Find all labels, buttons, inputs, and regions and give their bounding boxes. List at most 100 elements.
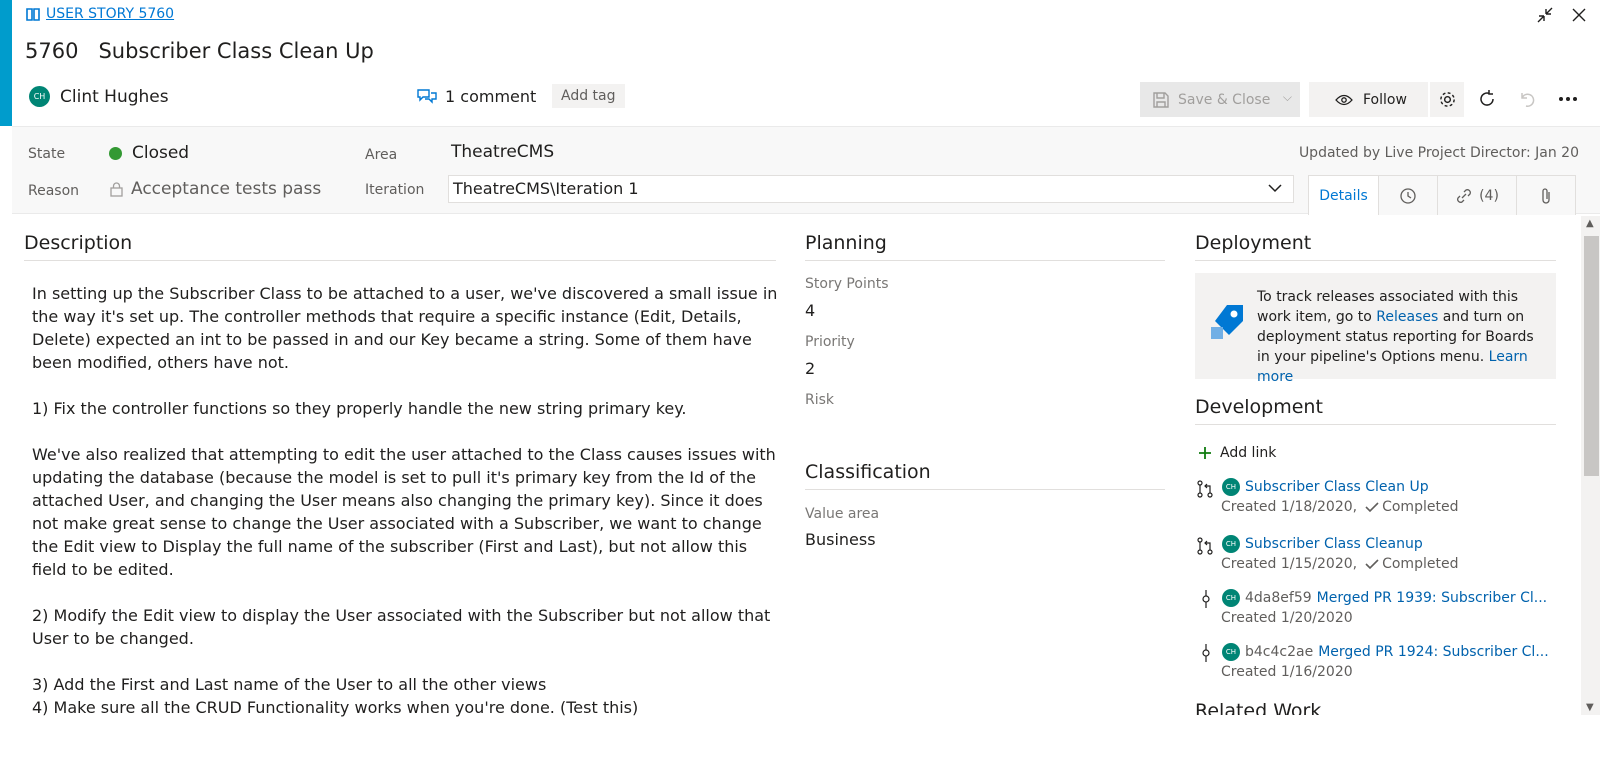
paperclip-icon: [1542, 187, 1550, 204]
comments-link[interactable]: 1 comment: [417, 87, 536, 106]
deployment-info-text: To track releases associated with this w…: [1257, 287, 1547, 387]
state-value[interactable]: Closed: [132, 143, 189, 163]
save-close-button[interactable]: Save & Close ⌵: [1140, 82, 1300, 117]
rocket-icon: [1211, 305, 1243, 339]
avatar: CH: [1222, 478, 1240, 496]
add-link-label: Add link: [1220, 445, 1277, 461]
dev-item-link[interactable]: Subscriber Class Clean Up: [1245, 479, 1429, 495]
deployment-info-box: To track releases associated with this w…: [1195, 273, 1556, 385]
comments-count[interactable]: 1 comment: [445, 87, 536, 106]
chevron-down-icon: [1268, 184, 1282, 193]
save-icon: [1153, 91, 1169, 108]
check-icon: [1365, 502, 1379, 513]
eye-icon: [1335, 94, 1353, 105]
work-item-type-link[interactable]: USER STORY 5760: [26, 6, 174, 22]
tab-links[interactable]: (4): [1437, 175, 1517, 215]
owner-name[interactable]: Clint Hughes: [60, 87, 169, 107]
assigned-to[interactable]: CH Clint Hughes: [29, 86, 169, 107]
follow-button[interactable]: Follow: [1309, 82, 1428, 117]
story-points-field[interactable]: 4: [805, 301, 815, 320]
links-count: (4): [1479, 187, 1499, 204]
development-section: Development: [1195, 396, 1556, 425]
priority-field[interactable]: 2: [805, 359, 815, 378]
dev-item-link[interactable]: Merged PR 1924: Subscriber Cl...: [1318, 644, 1548, 660]
deployment-heading: Deployment: [1195, 232, 1556, 261]
page-title: 5760 Subscriber Class Clean Up: [25, 39, 374, 63]
commit-hash: 4da8ef59: [1245, 590, 1312, 606]
link-icon: [1457, 188, 1472, 203]
comment-icon: [417, 88, 437, 104]
value-area-field[interactable]: Business: [805, 530, 876, 549]
view-tabs: Details (4): [1308, 175, 1576, 215]
tab-details[interactable]: Details: [1308, 175, 1379, 215]
state-field[interactable]: Closed: [109, 143, 189, 163]
dev-item-link[interactable]: Merged PR 1939: Subscriber Cl...: [1317, 590, 1547, 606]
dev-item-created: Created 1/18/2020,: [1221, 499, 1358, 515]
commit-icon: [1202, 590, 1210, 608]
description-paragraph: We've also realized that attempting to e…: [32, 445, 776, 579]
dev-item-created: Created 1/16/2020: [1221, 664, 1353, 680]
work-item-type-color-bar: [0, 0, 12, 126]
description-paragraph: 1) Fix the controller functions so they …: [32, 399, 687, 418]
development-heading: Development: [1195, 396, 1556, 425]
value-area-label: Value area: [805, 506, 880, 522]
iteration-label: Iteration: [365, 182, 425, 198]
more-icon: [1559, 97, 1577, 101]
scroll-up-icon[interactable]: ▲: [1586, 218, 1594, 229]
planning-section: Planning: [805, 232, 1165, 261]
work-item-id: 5760: [25, 39, 79, 63]
iteration-select[interactable]: TheatreCMS\Iteration 1: [448, 175, 1294, 203]
reason-field: Acceptance tests pass: [110, 179, 321, 199]
refresh-icon: [1480, 90, 1494, 106]
dev-item-status: Completed: [1382, 556, 1459, 572]
save-options-chevron-icon[interactable]: ⌵: [1283, 90, 1292, 105]
lock-icon: [110, 181, 123, 197]
risk-label: Risk: [805, 392, 835, 408]
avatar: CH: [1222, 643, 1240, 661]
related-work-section: Related Work: [1195, 700, 1556, 715]
scroll-thumb[interactable]: [1584, 236, 1599, 476]
undo-button[interactable]: [1516, 88, 1538, 110]
tab-attachments[interactable]: [1516, 175, 1576, 215]
refresh-button[interactable]: [1476, 88, 1498, 110]
commit-icon: [1202, 644, 1210, 662]
collapse-icon[interactable]: [1536, 6, 1554, 24]
tab-history[interactable]: [1378, 175, 1438, 215]
risk-field[interactable]: [805, 412, 1105, 434]
releases-link[interactable]: Releases: [1376, 309, 1438, 325]
description-paragraph: 3) Add the First and Last name of the Us…: [32, 675, 547, 694]
commit-hash: b4c4c2ae: [1245, 644, 1314, 660]
tab-details-label: Details: [1319, 187, 1368, 204]
classification-section: Classification: [805, 461, 1165, 490]
work-item-title[interactable]: Subscriber Class Clean Up: [98, 39, 373, 63]
window-controls: [1536, 6, 1588, 24]
reason-label: Reason: [28, 183, 80, 199]
close-icon[interactable]: [1570, 6, 1588, 24]
description-heading: Description: [24, 232, 776, 261]
more-actions-button[interactable]: [1557, 88, 1579, 110]
deployment-section: Deployment: [1195, 232, 1556, 261]
description-body[interactable]: In setting up the Subscriber Class to be…: [32, 282, 782, 719]
dev-item-status: Completed: [1382, 499, 1459, 515]
save-close-label: Save & Close: [1178, 91, 1271, 108]
history-icon: [1400, 187, 1416, 204]
add-tag-button[interactable]: Add tag: [552, 84, 625, 108]
add-link-button[interactable]: Add link: [1198, 445, 1276, 461]
avatar: CH: [29, 86, 50, 107]
last-updated-text[interactable]: Updated by Live Project Director: Jan 20: [1299, 145, 1579, 161]
scrollbar[interactable]: ▲ ▼: [1581, 216, 1600, 715]
avatar: CH: [1222, 589, 1240, 607]
work-item-type-label[interactable]: USER STORY 5760: [46, 6, 174, 22]
iteration-value: TheatreCMS\Iteration 1: [453, 179, 639, 198]
area-value[interactable]: TheatreCMS: [451, 142, 554, 162]
priority-label: Priority: [805, 334, 855, 350]
description-section: Description: [24, 232, 776, 261]
classification-heading: Classification: [805, 461, 1165, 490]
state-label: State: [28, 146, 66, 162]
scroll-down-icon[interactable]: ▼: [1586, 702, 1594, 713]
settings-button[interactable]: [1429, 82, 1464, 117]
dev-item-link[interactable]: Subscriber Class Cleanup: [1245, 536, 1423, 552]
avatar: CH: [1222, 535, 1240, 553]
dev-item-created: Created 1/15/2020,: [1221, 556, 1358, 572]
reason-value: Acceptance tests pass: [131, 179, 322, 199]
